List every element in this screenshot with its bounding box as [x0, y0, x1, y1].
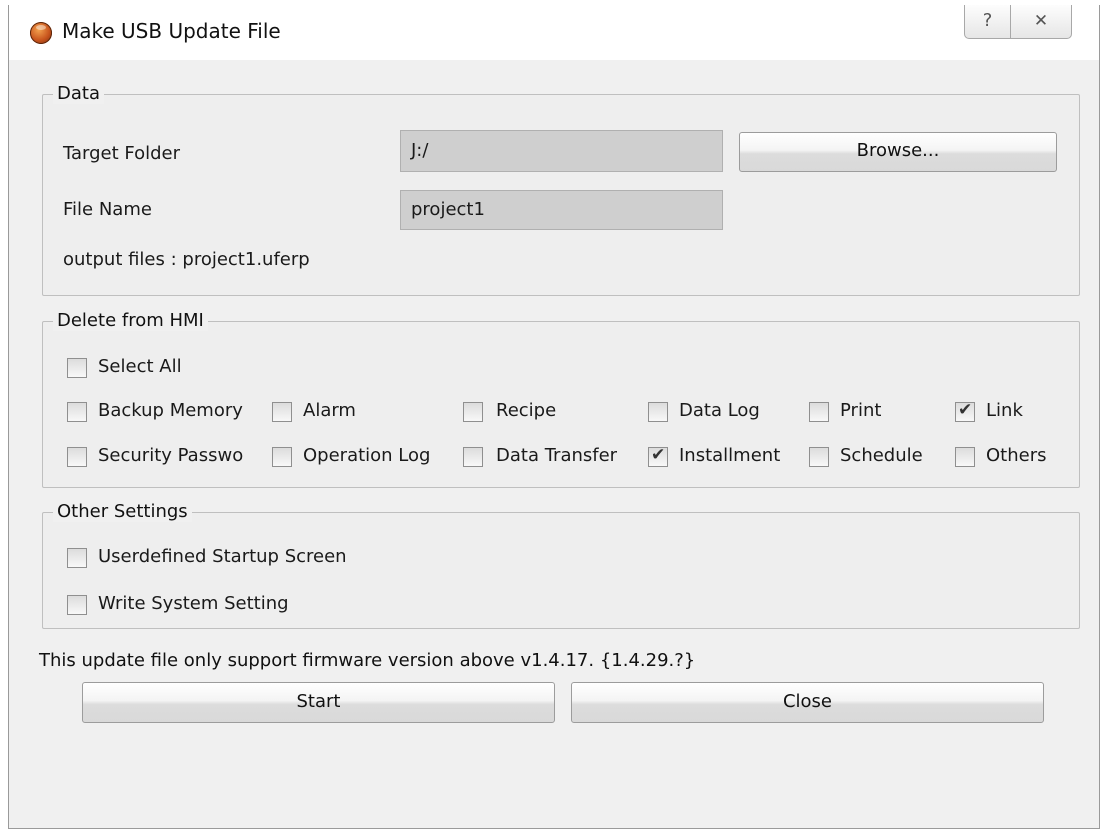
delete-from-hmi-group: Delete from HMI ✔ Select All ✔ Backup Me…: [42, 310, 1080, 488]
label-alarm[interactable]: Alarm: [303, 400, 356, 421]
label-schedule[interactable]: Schedule: [840, 445, 923, 466]
checkbox-print[interactable]: ✔: [809, 402, 829, 422]
label-backup-memory[interactable]: Backup Memory: [98, 400, 261, 421]
checkbox-userdefined-startup-screen[interactable]: ✔: [67, 548, 87, 568]
label-security-password[interactable]: Security Passwo: [98, 445, 261, 466]
checkbox-others[interactable]: ✔: [955, 447, 975, 467]
help-icon: ?: [982, 10, 993, 31]
close-button-label: Close: [782, 691, 833, 712]
other-settings-group: Other Settings ✔ Userdefined Startup Scr…: [42, 501, 1080, 629]
title-bar: Make USB Update File ? ✕: [9, 5, 1099, 60]
label-userdefined-startup-screen[interactable]: Userdefined Startup Screen: [98, 546, 347, 567]
window-title: Make USB Update File: [62, 19, 281, 43]
checkbox-write-system-setting[interactable]: ✔: [67, 595, 87, 615]
label-print[interactable]: Print: [840, 400, 881, 421]
label-installment[interactable]: Installment: [679, 445, 780, 466]
label-recipe[interactable]: Recipe: [496, 400, 556, 421]
firmware-version-note: This update file only support firmware v…: [39, 650, 696, 671]
help-button[interactable]: ?: [964, 5, 1011, 39]
delete-group-title: Delete from HMI: [53, 310, 208, 331]
checkbox-alarm[interactable]: ✔: [272, 402, 292, 422]
output-files-text: output files : project1.uferp: [63, 249, 310, 270]
file-name-field[interactable]: project1: [400, 190, 723, 230]
checkbox-installment[interactable]: ✔: [648, 445, 668, 467]
app-icon: [30, 22, 52, 44]
other-settings-title: Other Settings: [53, 501, 192, 522]
data-group: Data Target Folder J:/ Browse... File Na…: [42, 83, 1080, 296]
label-others[interactable]: Others: [986, 445, 1047, 466]
checkbox-data-log[interactable]: ✔: [648, 402, 668, 422]
browse-button-label: Browse...: [856, 140, 940, 161]
data-group-title: Data: [53, 83, 104, 104]
target-folder-label: Target Folder: [63, 143, 181, 164]
checkbox-recipe[interactable]: ✔: [463, 402, 483, 422]
close-button[interactable]: Close: [571, 682, 1044, 723]
start-button[interactable]: Start: [82, 682, 555, 723]
checkbox-schedule[interactable]: ✔: [809, 447, 829, 467]
checkbox-backup-memory[interactable]: ✔: [67, 402, 87, 422]
checkbox-link[interactable]: ✔: [955, 400, 975, 422]
checkbox-security-password[interactable]: ✔: [67, 447, 87, 467]
label-operation-log[interactable]: Operation Log: [303, 445, 430, 466]
label-link[interactable]: Link: [986, 400, 1023, 421]
label-data-log[interactable]: Data Log: [679, 400, 760, 421]
close-icon: ✕: [1033, 11, 1049, 31]
start-button-label: Start: [296, 691, 341, 712]
browse-button[interactable]: Browse...: [739, 132, 1057, 172]
dialog-window: Make USB Update File ? ✕ Data Target Fol…: [8, 5, 1100, 829]
select-all-label[interactable]: Select All: [98, 356, 182, 377]
checkbox-data-transfer[interactable]: ✔: [463, 447, 483, 467]
label-data-transfer[interactable]: Data Transfer: [496, 445, 617, 466]
checkbox-operation-log[interactable]: ✔: [272, 447, 292, 467]
window-close-button[interactable]: ✕: [1011, 5, 1072, 39]
label-write-system-setting[interactable]: Write System Setting: [98, 593, 289, 614]
target-folder-field[interactable]: J:/: [400, 130, 723, 172]
file-name-label: File Name: [63, 199, 152, 220]
select-all-checkbox[interactable]: ✔: [67, 358, 87, 378]
